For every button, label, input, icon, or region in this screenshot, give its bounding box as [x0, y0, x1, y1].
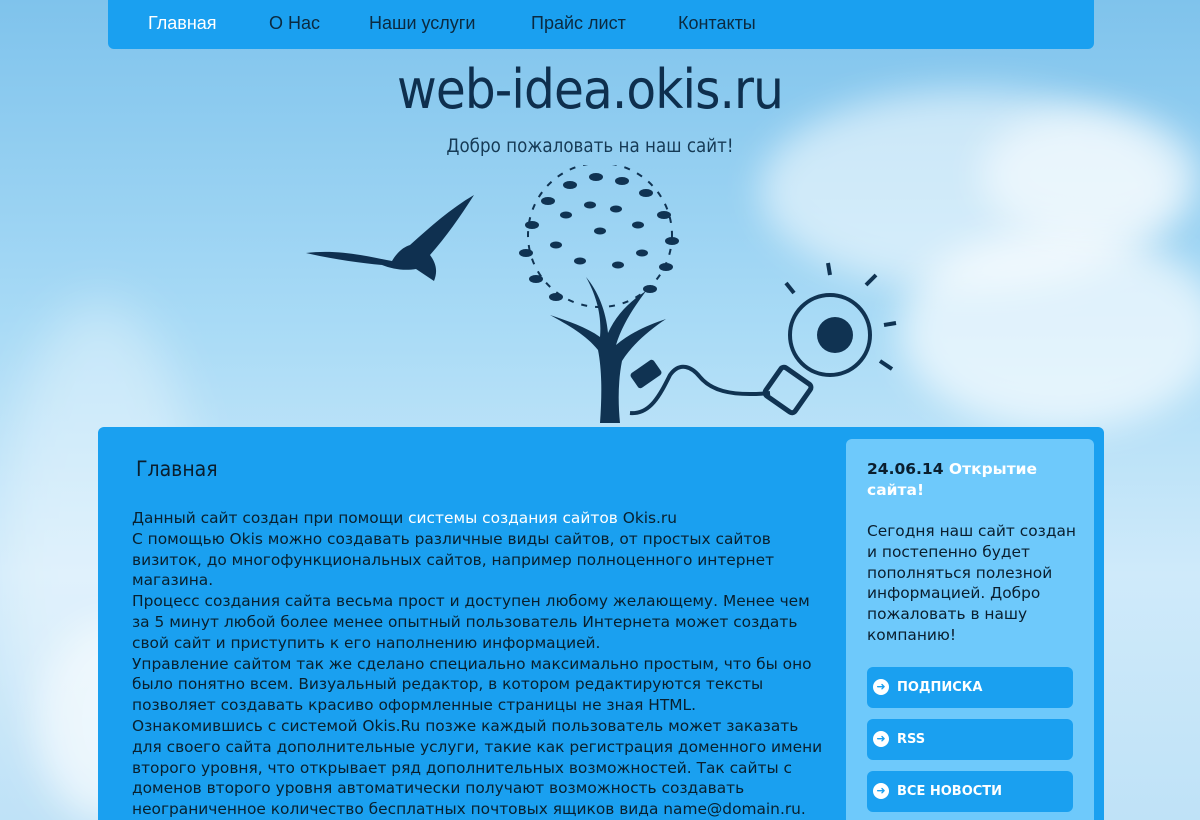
subscribe-button[interactable]: ➜ Подписка	[867, 667, 1073, 708]
paragraph-3: Управление сайтом так же сделано специал…	[132, 654, 812, 715]
paragraph-2: Процесс создания сайта весьма прост и до…	[132, 592, 810, 652]
main-content: Главная Данный сайт создан при помощи си…	[132, 453, 832, 820]
all-news-button[interactable]: ➜ Все новости	[867, 771, 1073, 812]
okis-link[interactable]: системы создания сайтов	[408, 509, 618, 527]
all-news-button-label: Все новости	[897, 784, 1003, 799]
news-heading: 24.06.14 Открытие сайта!	[867, 459, 1082, 501]
sidebar: 24.06.14 Открытие сайта! Сегодня наш сай…	[846, 439, 1094, 820]
nav-item-about[interactable]: О Нас	[269, 13, 320, 34]
intro-paragraph: Данный сайт создан при помощи системы со…	[132, 508, 832, 529]
news-date: 24.06.14	[867, 460, 944, 478]
rss-button-label: RSS	[897, 732, 926, 747]
site-title[interactable]: web-idea.okis.ru	[59, 58, 1121, 121]
lightbulb-icon	[629, 262, 897, 416]
intro-suffix: Okis.ru	[617, 509, 678, 527]
rss-button[interactable]: ➜ RSS	[867, 719, 1073, 760]
page-heading: Главная	[136, 457, 218, 481]
main-panel: Главная Данный сайт создан при помощи си…	[98, 427, 1104, 820]
nav-item-contacts[interactable]: Контакты	[678, 13, 756, 34]
nav-item-services[interactable]: Наши услуги	[369, 13, 475, 34]
site-subtitle: Добро пожаловать на наш сайт!	[446, 135, 734, 157]
nav-item-home[interactable]: Главная	[148, 13, 217, 34]
header-illustration	[306, 165, 897, 423]
news-text: Сегодня наш сайт создан и постепенно буд…	[867, 522, 1076, 644]
arrow-right-circle-icon: ➜	[873, 679, 889, 695]
arrow-right-circle-icon: ➜	[873, 731, 889, 747]
intro-prefix: Данный сайт создан при помощи	[132, 509, 409, 527]
subscribe-button-label: Подписка	[897, 680, 983, 695]
paragraph-1: С помощью Okis можно создавать различные…	[132, 529, 775, 590]
paragraph-4: Ознакомившись с системой Okis.Ru позже к…	[132, 716, 823, 819]
tree-icon	[519, 165, 679, 423]
top-navigation: Главная О Нас Наши услуги Прайс лист Кон…	[108, 0, 1094, 49]
bird-icon	[306, 195, 474, 281]
arrow-right-circle-icon: ➜	[873, 783, 889, 799]
nav-item-price-list[interactable]: Прайс лист	[531, 13, 626, 34]
